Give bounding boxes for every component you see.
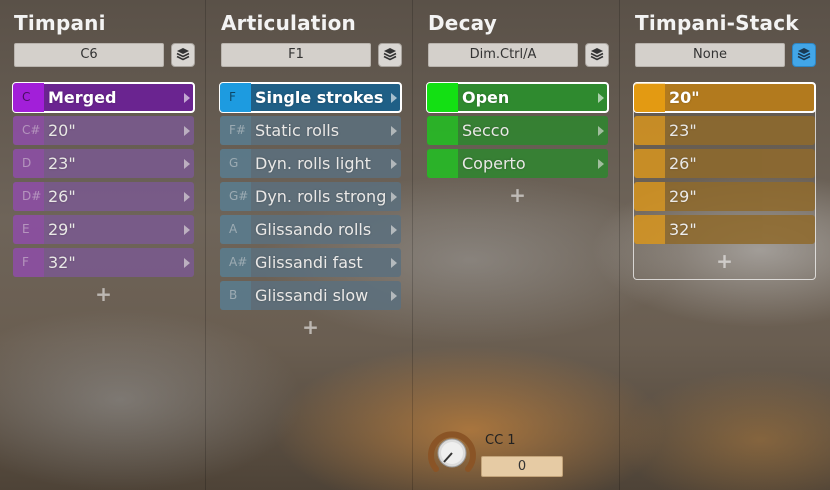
key-swatch: E	[13, 215, 44, 244]
articulation-row[interactable]: C Merged	[12, 82, 195, 113]
chevron-right-icon[interactable]	[598, 93, 604, 103]
row-label: Open	[462, 88, 510, 107]
stack-group-frame	[633, 83, 816, 280]
articulation-list: F Single strokes F# Static rolls G Dyn. rolls…	[219, 82, 402, 340]
column-title: Decay	[428, 11, 497, 35]
chevron-right-icon[interactable]	[391, 291, 397, 301]
articulation-row[interactable]: F Single strokes	[219, 82, 402, 113]
articulation-row[interactable]: A# Glissandi fast	[220, 248, 401, 277]
controller-dropdown[interactable]: Dim.Ctrl/A	[428, 43, 578, 67]
chevron-right-icon[interactable]	[391, 159, 397, 169]
add-row-button[interactable]: +	[427, 182, 608, 208]
articulation-list: Open Secco Coperto +	[426, 82, 609, 208]
chevron-right-icon[interactable]	[184, 159, 190, 169]
chevron-right-icon[interactable]	[184, 258, 190, 268]
chevron-right-icon[interactable]	[391, 126, 397, 136]
key-swatch: D#	[13, 182, 44, 211]
key-swatch: G#	[220, 182, 251, 211]
chevron-right-icon[interactable]	[598, 126, 604, 136]
row-label: 23"	[48, 154, 76, 173]
note-dropdown[interactable]: F1	[221, 43, 371, 67]
row-label: 20"	[48, 121, 76, 140]
articulation-row[interactable]: G# Dyn. rolls strong	[220, 182, 401, 211]
articulation-row[interactable]: G Dyn. rolls light	[220, 149, 401, 178]
layers-icon	[176, 46, 190, 65]
row-label: Dyn. rolls light	[255, 154, 371, 173]
layers-icon	[590, 46, 604, 65]
row-label: Coperto	[462, 154, 526, 173]
key-swatch: C#	[13, 116, 44, 145]
row-label: Glissandi fast	[255, 253, 363, 272]
articulation-row[interactable]: D 23"	[13, 149, 194, 178]
articulation-row[interactable]: E 29"	[13, 215, 194, 244]
add-row-button[interactable]: +	[220, 314, 401, 340]
chevron-right-icon[interactable]	[598, 159, 604, 169]
articulation-row[interactable]: Secco	[427, 116, 608, 145]
layers-button[interactable]	[792, 43, 816, 67]
row-label: Glissando rolls	[255, 220, 372, 239]
column-title: Articulation	[221, 11, 356, 35]
chevron-right-icon[interactable]	[184, 225, 190, 235]
key-swatch: F	[13, 248, 44, 277]
key-swatch: D	[13, 149, 44, 178]
articulation-row[interactable]: Coperto	[427, 149, 608, 178]
controller-label: CC 1	[485, 433, 516, 448]
articulation-row[interactable]: C# 20"	[13, 116, 194, 145]
chevron-right-icon[interactable]	[184, 126, 190, 136]
key-swatch: B	[220, 281, 251, 310]
layers-button[interactable]	[171, 43, 195, 67]
key-swatch: C	[13, 83, 44, 112]
row-label: Single strokes	[255, 88, 384, 107]
column-articulation: Articulation F1 F Single strokes F# Static …	[207, 0, 413, 490]
note-dropdown[interactable]: C6	[14, 43, 164, 67]
chevron-right-icon[interactable]	[391, 192, 397, 202]
row-label: 29"	[48, 220, 76, 239]
articulation-row[interactable]: Open	[426, 82, 609, 113]
chevron-right-icon[interactable]	[184, 93, 190, 103]
cc-knob[interactable]	[427, 428, 477, 478]
controller-value-field[interactable]: 0	[481, 456, 563, 477]
layers-icon	[383, 46, 397, 65]
key-swatch	[427, 116, 458, 145]
row-label: Merged	[48, 88, 117, 107]
key-swatch: A#	[220, 248, 251, 277]
stack-dropdown[interactable]: None	[635, 43, 785, 67]
column-decay: Decay Dim.Ctrl/A Open Secco Coperto +	[414, 0, 620, 490]
articulation-row[interactable]: F# Static rolls	[220, 116, 401, 145]
chevron-right-icon[interactable]	[391, 258, 397, 268]
key-swatch	[427, 83, 458, 112]
key-swatch	[427, 149, 458, 178]
row-label: 32"	[48, 253, 76, 272]
row-label: Static rolls	[255, 121, 340, 140]
articulation-row[interactable]: A Glissando rolls	[220, 215, 401, 244]
chevron-right-icon[interactable]	[391, 225, 397, 235]
row-label: 26"	[48, 187, 76, 206]
layers-icon	[797, 46, 811, 65]
chevron-right-icon[interactable]	[391, 93, 397, 103]
chevron-right-icon[interactable]	[184, 192, 190, 202]
articulation-row[interactable]: B Glissandi slow	[220, 281, 401, 310]
column-title: Timpani	[14, 11, 106, 35]
column-title: Timpani-Stack	[635, 11, 799, 35]
key-swatch: G	[220, 149, 251, 178]
row-label: Dyn. rolls strong	[255, 187, 387, 206]
key-swatch: F	[220, 83, 251, 112]
articulation-row[interactable]: D# 26"	[13, 182, 194, 211]
add-row-button[interactable]: +	[13, 281, 194, 307]
articulation-list: C Merged C# 20" D 23" D# 26" E 29" F 32" +	[12, 82, 195, 307]
column-timpani: Timpani C6 C Merged C# 20" D 23" D# 26" E 29" F 32"…	[0, 0, 206, 490]
key-swatch: A	[220, 215, 251, 244]
row-label: Secco	[462, 121, 510, 140]
row-label: Glissandi slow	[255, 286, 369, 305]
key-swatch: F#	[220, 116, 251, 145]
layers-button[interactable]	[585, 43, 609, 67]
articulation-row[interactable]: F 32"	[13, 248, 194, 277]
layers-button[interactable]	[378, 43, 402, 67]
